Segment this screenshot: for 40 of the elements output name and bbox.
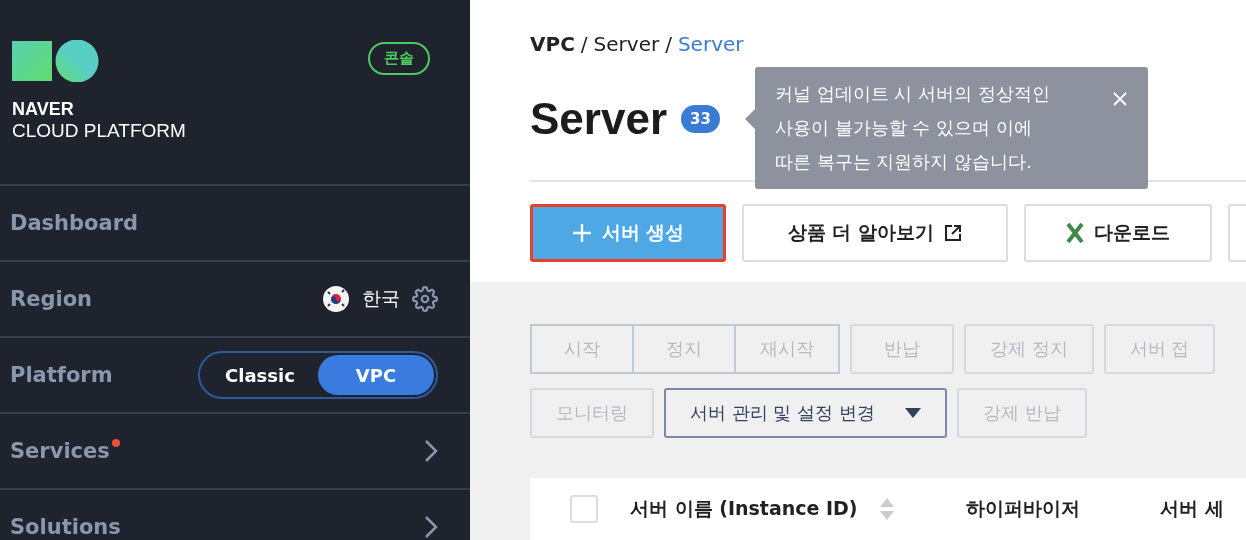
close-icon[interactable] <box>1112 91 1128 107</box>
learn-more-button[interactable]: 상품 더 알아보기 <box>742 204 1008 262</box>
sort-icon <box>879 498 894 520</box>
breadcrumb-link[interactable]: VPC <box>530 32 575 56</box>
sidebar-label: Solutions <box>10 515 121 539</box>
checkbox[interactable] <box>570 495 598 523</box>
sidebar-link[interactable]: Dashboard <box>10 211 139 235</box>
platform-option[interactable]: VPC <box>318 355 434 395</box>
caret-icon <box>904 408 921 418</box>
breadcrumb-separator: / <box>665 32 672 56</box>
chevron-right-icon <box>424 515 438 539</box>
flag-icon <box>322 285 350 313</box>
sidebar-item[interactable]: Solutions <box>0 488 470 540</box>
tooltip-text: 사용이 불가능할 수 있으며 이에 <box>775 116 1033 140</box>
region-value[interactable]: 한국 <box>362 286 400 312</box>
excel-icon <box>1066 223 1084 243</box>
sidebar-label: Services <box>10 439 110 463</box>
logo-text: CLOUD PLATFORM <box>12 120 186 142</box>
plus-icon <box>571 223 592 243</box>
download-button[interactable]: 다운로드 <box>1024 204 1212 262</box>
logo-icon <box>12 40 100 82</box>
column-header[interactable]: 하이퍼바이저 <box>966 496 1080 522</box>
page-title: Server <box>530 94 667 144</box>
logo-text: NAVER <box>12 98 75 120</box>
external-link-icon <box>944 224 963 242</box>
tooltip-text: 커널 업데이트 시 서버의 정상적인 <box>775 82 1050 106</box>
platform-option[interactable]: Classic <box>202 355 318 395</box>
settings-icon[interactable] <box>412 286 438 312</box>
column-header[interactable]: 서버 세 <box>1160 496 1224 522</box>
breadcrumb-separator: / <box>580 32 588 56</box>
sidebar-label: Platform <box>10 363 113 387</box>
dropdown-button[interactable]: 서버 관리 및 설정 변경 <box>664 388 947 438</box>
breadcrumb-link[interactable]: Server <box>593 32 660 56</box>
count-badge: 33 <box>681 105 720 133</box>
sidebar-label: Region <box>10 287 93 311</box>
column-header[interactable]: 서버 이름 (Instance ID) <box>630 496 894 522</box>
console-badge[interactable]: 콘솔 <box>368 42 430 75</box>
breadcrumb-link[interactable]: Server <box>677 32 744 56</box>
chevron-right-icon <box>424 439 438 463</box>
tooltip-text: 따른 복구는 지원하지 않습니다. <box>775 150 1033 174</box>
